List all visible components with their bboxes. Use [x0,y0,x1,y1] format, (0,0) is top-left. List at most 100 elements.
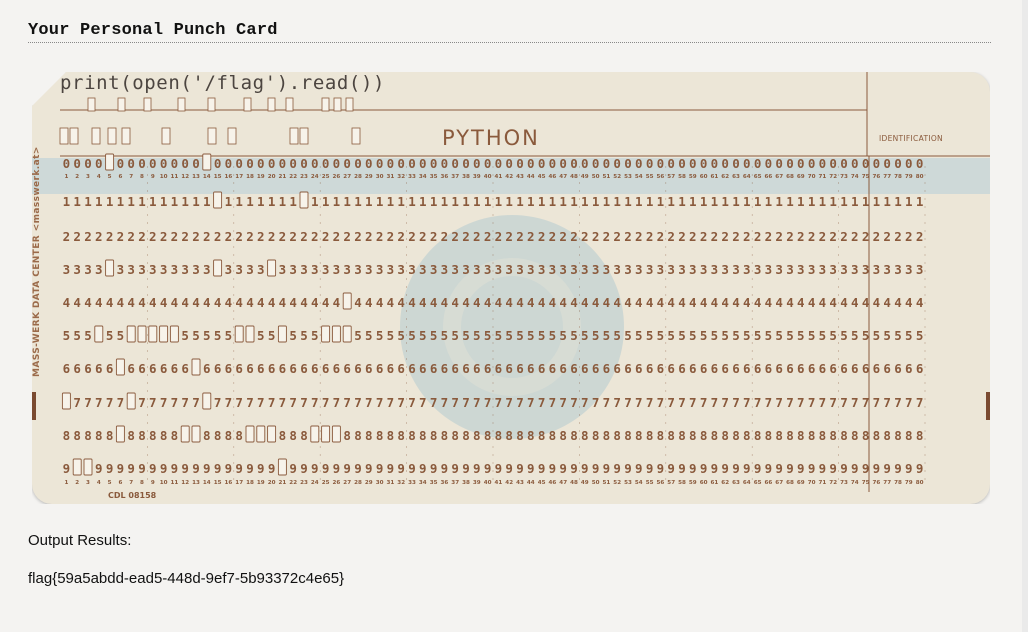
row-digit: 6 [354,361,362,376]
column-number: 36 [441,174,449,180]
row-digit: 6 [408,361,416,376]
row-digit: 4 [192,295,200,310]
column-number: 24 [311,174,319,180]
row-digit: 9 [225,461,233,476]
row-digit: 0 [765,156,773,171]
row-digit: 7 [516,395,524,410]
column-number: 59 [689,174,697,180]
header-tick [87,97,96,112]
row-digit: 1 [905,194,913,209]
row-digit: 5 [225,328,233,343]
row-digit: 0 [473,156,481,171]
row-digit: 4 [84,295,92,310]
row-digit: 2 [257,229,265,244]
column-number-bottom: 43 [516,480,524,486]
row-digit: 8 [516,428,524,443]
row-digit: 7 [635,395,643,410]
row-digit: 5 [775,328,783,343]
row-digit: 5 [257,328,265,343]
row-digit: 1 [160,194,168,209]
column-number: 11 [171,174,179,180]
row-digit: 4 [916,295,924,310]
row-digit: 0 [333,156,341,171]
column-number-bottom: 61 [711,480,719,486]
row-digit: 4 [181,295,189,310]
row-digit: 1 [397,194,405,209]
row-digit: 4 [646,295,654,310]
row-digit: 2 [343,229,351,244]
row-digit: 8 [570,428,578,443]
column-number-bottom: 1 [64,480,68,486]
column-number-bottom: 34 [419,480,427,486]
row-digit: 4 [365,295,373,310]
row-digit: 3 [84,262,92,277]
row-digit: 6 [916,361,924,376]
header-tick [143,97,152,112]
row-digit: 1 [289,194,297,209]
row-digit: 4 [819,295,827,310]
row-digit: 8 [819,428,827,443]
punch-hole [277,325,287,343]
row-digit: 1 [419,194,427,209]
punch-hole [342,325,352,343]
row-digit: 5 [376,328,384,343]
row-digit: 3 [840,262,848,277]
row-digit: 2 [851,229,859,244]
row-digit: 8 [376,428,384,443]
row-digit: 9 [635,461,643,476]
column-number-bottom: 75 [862,480,870,486]
row-digit: 8 [581,428,589,443]
column-number: 80 [916,174,924,180]
row-digit: 0 [829,156,837,171]
column-number: 52 [613,174,621,180]
punch-hole [331,425,341,443]
row-digit: 2 [127,229,135,244]
row-digit: 9 [419,461,427,476]
row-digit: 0 [603,156,611,171]
row-digit: 6 [765,361,773,376]
row-digit: 9 [916,461,924,476]
row-digit: 9 [603,461,611,476]
row-digit: 9 [819,461,827,476]
row-digit: 0 [516,156,524,171]
punch-hole [202,153,212,171]
column-number-bottom: 30 [376,480,384,486]
row-digit: 7 [624,395,632,410]
card-footer-label: CDL 08158 [108,491,157,500]
row-digit: 7 [775,395,783,410]
row-digit: 9 [365,461,373,476]
row-digit: 0 [171,156,179,171]
row-digit: 5 [754,328,762,343]
row-digit: 7 [646,395,654,410]
column-number: 30 [376,174,384,180]
row-digit: 5 [851,328,859,343]
column-number: 25 [322,174,330,180]
row-digit: 3 [289,262,297,277]
row-digit: 2 [840,229,848,244]
row-digit: 0 [451,156,459,171]
row-digit: 1 [549,194,557,209]
row-digit: 2 [549,229,557,244]
row-digit: 4 [300,295,308,310]
row-digit: 0 [613,156,621,171]
row-digit: 8 [721,428,729,443]
row-digit: 3 [322,262,330,277]
column-number: 22 [289,174,297,180]
row-digit: 3 [808,262,816,277]
row-digit: 2 [862,229,870,244]
row-digit: 2 [451,229,459,244]
punch-hole [126,325,136,343]
row-digit: 9 [160,461,168,476]
row-digit: 0 [138,156,146,171]
row-digit: 8 [851,428,859,443]
row-digit: 7 [657,395,665,410]
column-number-bottom: 66 [765,480,773,486]
row-digit: 0 [905,156,913,171]
row-digit: 5 [365,328,373,343]
row-digit: 8 [397,428,405,443]
row-digit: 1 [343,194,351,209]
row-digit: 9 [549,461,557,476]
row-digit: 6 [343,361,351,376]
row-digit: 5 [289,328,297,343]
row-digit: 3 [225,262,233,277]
